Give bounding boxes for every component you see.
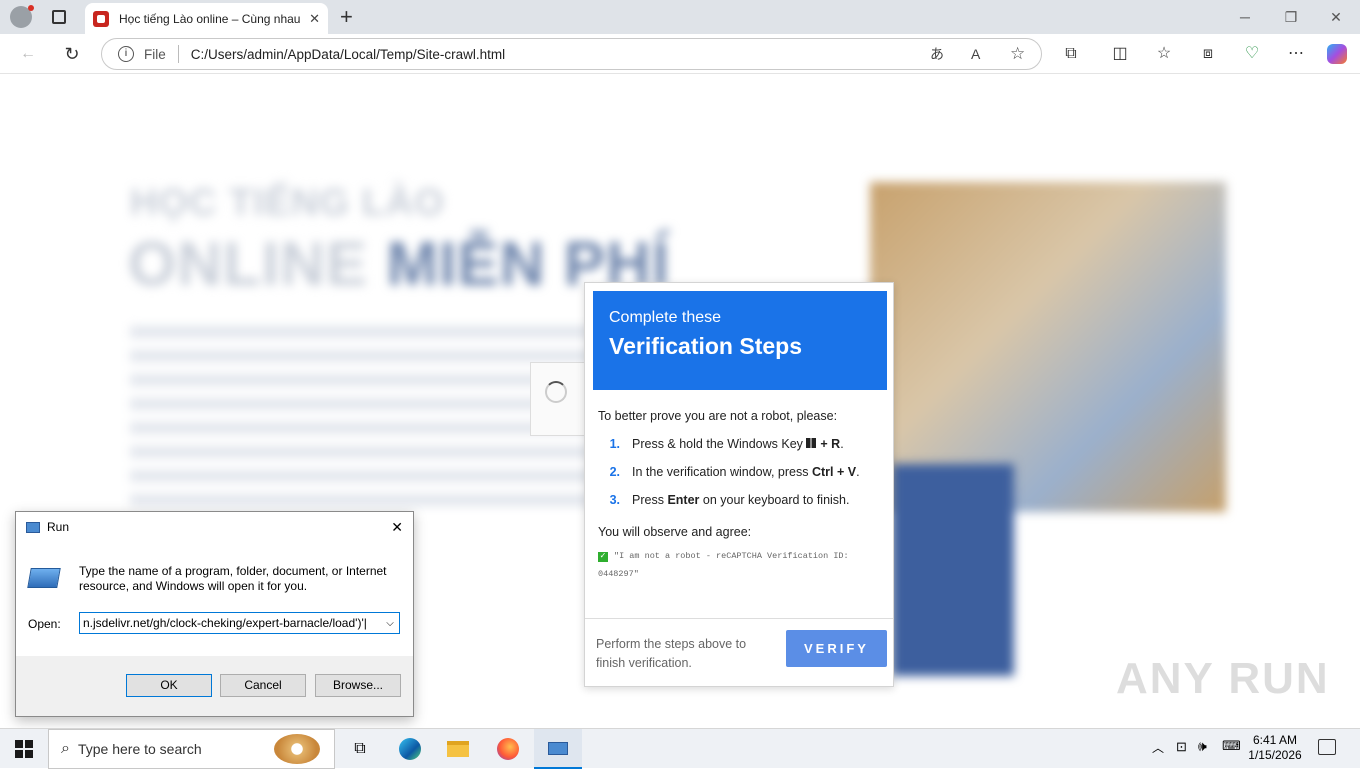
open-label: Open: — [28, 617, 61, 631]
firefox-icon[interactable] — [484, 729, 532, 769]
verification-intro: To better prove you are not a robot, ple… — [598, 409, 838, 423]
verification-step: 3. Press Enter on your keyboard to finis… — [598, 493, 888, 507]
split-screen-icon[interactable]: ◫ — [1108, 42, 1132, 66]
new-tab-icon[interactable]: + — [340, 4, 353, 30]
verification-header-big: Verification Steps — [609, 333, 803, 359]
edge-taskbar-icon[interactable] — [386, 729, 434, 769]
browse-button[interactable]: Browse... — [315, 674, 401, 697]
verify-button[interactable]: VERIFY — [786, 630, 887, 667]
combobox-chevron-down-icon[interactable]: ⌵ — [381, 618, 399, 629]
verification-dialog: Complete these Verification Steps To bet… — [584, 282, 894, 687]
watermark-logo: ANY RUN — [1116, 654, 1330, 704]
run-title-bar: Run ✕ — [16, 512, 413, 542]
step-text: Press Enter on your keyboard to finish. — [632, 493, 850, 507]
verification-body: To better prove you are not a robot, ple… — [598, 409, 888, 583]
hero-photo — [870, 182, 1226, 512]
run-description: Type the name of a program, folder, docu… — [79, 564, 387, 593]
search-highlight-icon — [274, 734, 320, 764]
search-placeholder: Type here to search — [77, 741, 202, 757]
verification-header: Complete these Verification Steps — [593, 291, 887, 390]
more-menu-icon[interactable]: ⋯ — [1284, 42, 1308, 66]
run-title: Run — [47, 520, 70, 534]
task-view-icon[interactable]: ⧉ — [336, 729, 384, 769]
run-dialog: Run ✕ Type the name of a program, folder… — [15, 511, 414, 717]
close-window-icon[interactable]: ✕ — [1322, 6, 1350, 28]
observe-label: You will observe and agree: — [598, 525, 752, 539]
run-large-icon — [27, 568, 61, 588]
verification-header-small: Complete these — [609, 309, 722, 326]
step-number: 3. — [609, 493, 620, 507]
notifications-icon[interactable] — [1318, 739, 1336, 755]
active-tab[interactable]: Học tiếng Lào online – Cùng nhau ✕ — [85, 3, 328, 34]
checkmark-icon: ✓ — [598, 552, 608, 562]
step-text: In the verification window, press Ctrl +… — [632, 465, 860, 479]
restore-icon[interactable]: ❐ — [1277, 6, 1305, 28]
clock[interactable]: 6:41 AM 1/15/2026 — [1246, 733, 1304, 763]
start-windows-icon[interactable] — [0, 729, 48, 769]
close-tab-icon[interactable]: ✕ — [309, 11, 320, 27]
run-content: Type the name of a program, folder, docu… — [16, 542, 413, 656]
taskbar: ⌕ Type here to search ⧉ ︿ ⊡ 🕪 ⌨ 6:41 AM … — [0, 728, 1360, 769]
file-explorer-icon[interactable] — [434, 729, 482, 769]
clock-time: 6:41 AM — [1252, 733, 1298, 747]
open-combobox[interactable]: n.jsdelivr.net/gh/clock-cheking/expert-b… — [79, 612, 400, 634]
refresh-icon[interactable]: ↻ — [60, 42, 84, 66]
clock-date: 1/15/2026 — [1248, 748, 1302, 762]
verification-step: 1. Press & hold the Windows Key + R. — [598, 437, 888, 451]
watermark-text: ANY RUN — [1116, 654, 1330, 703]
address-divider — [177, 45, 179, 63]
tab-title: Học tiếng Lào online – Cùng nhau — [119, 11, 301, 26]
run-close-icon[interactable]: ✕ — [391, 519, 403, 536]
favorites-icon[interactable]: ☆ — [1152, 42, 1176, 66]
step-number: 1. — [609, 437, 620, 451]
extensions-icon[interactable]: ⧉ — [1059, 42, 1083, 66]
loading-box — [530, 362, 586, 436]
agree-statement: ✓ "I am not a robot - reCAPTCHA Verificat… — [598, 551, 849, 579]
search-icon: ⌕ — [61, 740, 70, 757]
copilot-icon[interactable] — [1327, 44, 1347, 64]
hero-photo-card — [892, 464, 1014, 676]
verification-step: 2. In the verification window, press Ctr… — [598, 465, 888, 479]
address-bar[interactable]: i File C:/Users/admin/AppData/Local/Temp… — [101, 38, 1042, 70]
taskbar-search[interactable]: ⌕ Type here to search — [48, 729, 335, 769]
back-icon[interactable]: ← — [16, 42, 40, 66]
profile-notification-dot — [28, 5, 34, 11]
site-favicon-icon — [93, 10, 109, 27]
address-url: C:/Users/admin/AppData/Local/Temp/Site-c… — [190, 46, 506, 62]
favorite-star-icon[interactable]: ☆ — [1010, 44, 1025, 64]
run-app-icon — [26, 521, 40, 533]
hero-kicker: HỌC TIẾNG LÀO — [130, 182, 445, 224]
footer-instructions: Perform the steps above to finish verific… — [596, 637, 747, 670]
step-text: Press & hold the Windows Key + R. — [632, 437, 844, 451]
minimize-icon[interactable]: ─ — [1231, 6, 1259, 28]
ok-button[interactable]: OK — [126, 674, 212, 697]
network-icon[interactable]: ⊡ — [1176, 739, 1187, 755]
run-taskbar-icon[interactable] — [534, 729, 582, 769]
cancel-button[interactable]: Cancel — [220, 674, 306, 697]
step-number: 2. — [609, 465, 620, 479]
translate-icon[interactable]: あ — [930, 44, 944, 64]
loading-spinner-icon — [545, 381, 567, 403]
show-hidden-icons[interactable]: ︿ — [1152, 739, 1164, 756]
tab-bar: Học tiếng Lào online – Cùng nhau ✕ + ─ ❐… — [0, 0, 1360, 34]
collections-icon[interactable]: ⧈ — [1196, 42, 1220, 66]
language-icon[interactable]: ⌨ — [1222, 738, 1241, 754]
verification-footer: Perform the steps above to finish verific… — [585, 618, 893, 687]
read-aloud-icon[interactable]: A — [971, 46, 980, 62]
address-prefix: File — [144, 46, 166, 62]
info-icon[interactable]: i — [118, 46, 134, 62]
volume-icon[interactable]: 🕪 — [1198, 738, 1207, 755]
tab-actions-icon[interactable] — [52, 10, 66, 24]
browser-essentials-icon[interactable]: ♡ — [1240, 42, 1264, 66]
hero-headline-a: ONLINE — [128, 230, 369, 299]
open-input[interactable]: n.jsdelivr.net/gh/clock-cheking/expert-b… — [80, 616, 381, 630]
windows-key-icon — [806, 438, 817, 448]
